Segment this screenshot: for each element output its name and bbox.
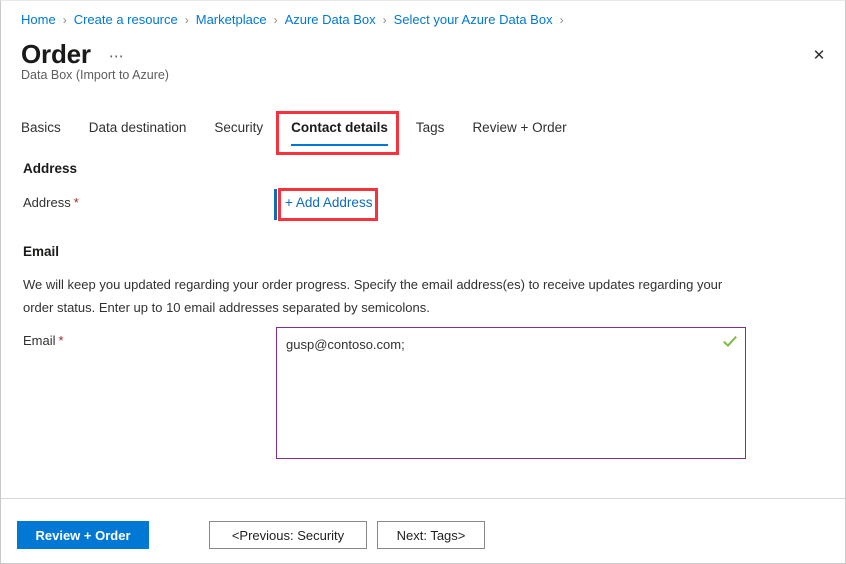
breadcrumb-separator-icon: › xyxy=(185,9,189,31)
add-address-button[interactable]: + Add Address xyxy=(285,195,372,210)
order-blade: Home › Create a resource › Marketplace ›… xyxy=(0,0,846,564)
page-subtitle: Data Box (Import to Azure) xyxy=(21,68,169,82)
email-input-container[interactable] xyxy=(276,327,746,459)
breadcrumb-separator-icon: › xyxy=(383,9,387,31)
breadcrumb-item-marketplace[interactable]: Marketplace xyxy=(196,9,267,31)
next-tags-button[interactable]: Next: Tags> xyxy=(377,521,485,549)
page-title: Order xyxy=(21,38,91,70)
tab-tags[interactable]: Tags xyxy=(416,119,445,146)
review-order-button[interactable]: Review + Order xyxy=(17,521,149,549)
tab-review-order[interactable]: Review + Order xyxy=(472,119,566,146)
email-section-heading: Email xyxy=(23,244,59,259)
email-input[interactable] xyxy=(277,328,745,458)
tab-data-destination[interactable]: Data destination xyxy=(89,119,187,146)
breadcrumb-item-home[interactable]: Home xyxy=(21,9,56,31)
breadcrumb-item-select-your-azure-data-box[interactable]: Select your Azure Data Box xyxy=(394,9,553,31)
breadcrumb-item-create-a-resource[interactable]: Create a resource xyxy=(74,9,178,31)
required-marker: * xyxy=(74,195,79,210)
breadcrumb-separator-icon: › xyxy=(560,9,564,31)
tab-contact-details[interactable]: Contact details xyxy=(291,119,388,146)
wizard-tabs: Basics Data destination Security Contact… xyxy=(21,119,595,146)
footer-bar: Review + Order <Previous: Security Next:… xyxy=(1,499,845,563)
address-field-label: Address* xyxy=(23,195,79,210)
address-label-text: Address xyxy=(23,195,71,210)
close-icon[interactable]: ✕ xyxy=(803,39,835,71)
address-section-heading: Address xyxy=(23,161,77,176)
email-field-label: Email* xyxy=(23,333,64,348)
breadcrumb-separator-icon: › xyxy=(63,9,67,31)
focus-indicator-bar xyxy=(274,189,277,220)
email-section-description: We will keep you updated regarding your … xyxy=(23,273,729,319)
tab-security[interactable]: Security xyxy=(214,119,263,146)
email-label-text: Email xyxy=(23,333,56,348)
tab-basics[interactable]: Basics xyxy=(21,119,61,146)
previous-security-button[interactable]: <Previous: Security xyxy=(209,521,367,549)
required-marker: * xyxy=(59,333,64,348)
breadcrumb-separator-icon: › xyxy=(274,9,278,31)
breadcrumb-item-azure-data-box[interactable]: Azure Data Box xyxy=(285,9,376,31)
breadcrumb: Home › Create a resource › Marketplace ›… xyxy=(21,9,571,31)
